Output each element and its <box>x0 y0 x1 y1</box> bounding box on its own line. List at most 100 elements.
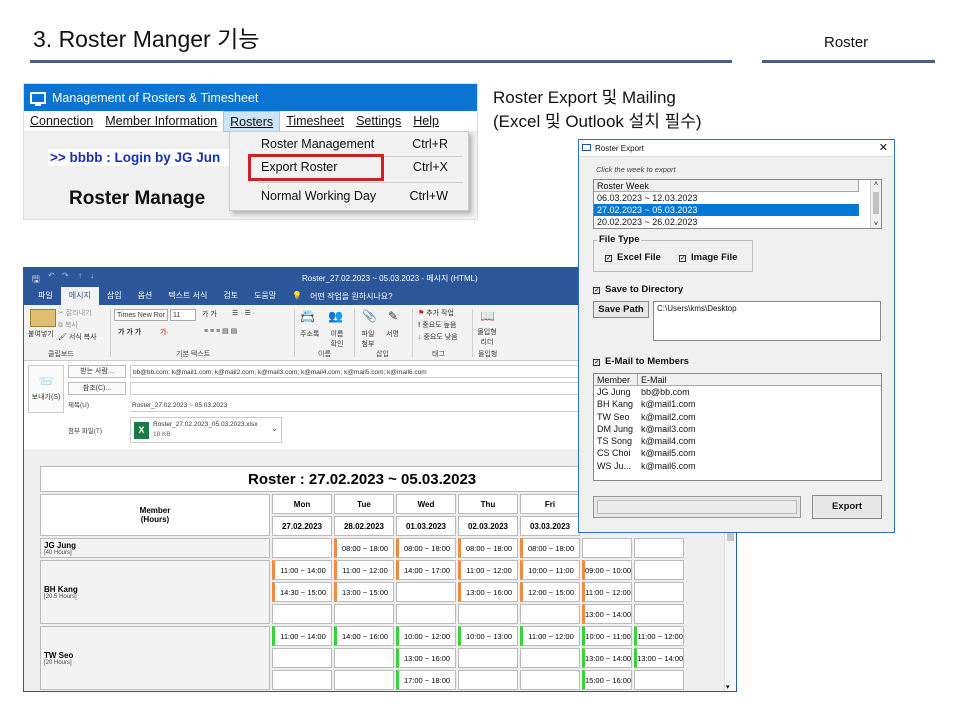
check-names-icon[interactable]: 👥 <box>328 309 343 323</box>
save-path-button[interactable]: Save Path <box>593 301 649 318</box>
undo-icon[interactable]: ↶ <box>48 271 55 280</box>
font-name-box[interactable]: Times New Ror <box>114 309 168 321</box>
paperclip-icon[interactable]: 📎 <box>362 309 377 323</box>
member-list-item[interactable]: JG Jung bb@bb.com <box>594 386 881 398</box>
member-list-item[interactable]: TW Seo k@mail2.com <box>594 411 881 423</box>
redo-icon[interactable]: ↷ <box>62 271 69 280</box>
format-painter-button[interactable]: 🖌 서식 복사 <box>58 332 97 342</box>
member-list-item[interactable]: DM Jung k@mail3.com <box>594 423 881 435</box>
save-path-field[interactable]: C:\Users\kms\Desktop <box>653 301 881 341</box>
bold-button[interactable]: 가 가 가 <box>118 327 141 337</box>
save-to-directory-checkbox[interactable]: ✓ Save to Directory <box>593 284 683 295</box>
date-header: 02.03.2023 <box>458 516 518 536</box>
ribbon-separator <box>472 309 473 357</box>
week-list-item[interactable]: 27.02.2023 ~ 05.03.2023 <box>594 204 859 216</box>
day-header: Wed <box>396 494 456 514</box>
send-button[interactable]: 📨 보내기(S) <box>28 365 64 413</box>
basic-text-group-label: 기본 텍스트 <box>176 351 211 358</box>
save-icon[interactable]: 🖫 <box>32 272 40 288</box>
clipboard-group-label: 클립보드 <box>48 351 74 358</box>
immersive-reader-button[interactable]: 몰입형 리더 <box>476 327 498 347</box>
chevron-down-icon[interactable]: ˅ <box>871 221 881 228</box>
excel-file-checkbox[interactable]: ✓ Excel File <box>605 252 661 263</box>
shift-cell: 14:00 ~ 17:00 <box>396 560 456 580</box>
chevron-up-icon[interactable]: ˄ <box>871 180 881 190</box>
menu-item-roster-management[interactable]: Roster Management Ctrl+R <box>230 132 468 156</box>
close-icon[interactable]: ✕ <box>879 140 888 157</box>
down-arrow-icon: ↓ <box>418 334 422 341</box>
scroll-down-icon[interactable]: ▾ <box>726 683 730 691</box>
monitor-icon <box>582 144 591 151</box>
tab-file[interactable]: 파일 <box>30 287 61 305</box>
shift-cell: 10:00 ~ 13:00 <box>458 626 518 646</box>
grow-font-icon[interactable]: 가 가 <box>202 309 217 319</box>
to-field[interactable]: bb@bb.com; k@mail1.com; k@mail2.com; k@m… <box>130 365 582 378</box>
paste-icon[interactable] <box>30 309 56 327</box>
export-button[interactable]: Export <box>812 495 882 519</box>
copy-button[interactable]: ⧉ 복사 <box>58 320 78 330</box>
follow-up-button[interactable]: ⚑ 추가 작업 <box>418 308 454 318</box>
app-heading: Roster Manage <box>69 188 206 209</box>
slide-note: Roster Export 및 Mailing (Excel 및 Outlook… <box>493 88 702 131</box>
attach-file-button[interactable]: 파일 첨부 <box>358 329 378 349</box>
font-size-box[interactable]: 11 <box>170 309 196 321</box>
up-arrow-icon[interactable]: ↑ <box>78 271 82 280</box>
shift-cell <box>520 648 580 668</box>
address-book-icon[interactable]: 📇 <box>300 309 315 323</box>
cc-button[interactable]: 참조(C)... <box>68 382 126 395</box>
menu-item-normal-working-day[interactable]: Normal Working Day Ctrl+W <box>230 184 468 208</box>
member-list-item[interactable]: WS Ju... k@mail6.com <box>594 460 881 472</box>
member-email-list[interactable]: Member E-Mail JG Jung bb@bb.com BH Kang k@m… <box>593 373 882 481</box>
check-names-button[interactable]: 이름 확인 <box>328 329 346 349</box>
image-file-checkbox[interactable]: ✓ Image File <box>679 252 737 263</box>
address-book-button[interactable]: 주소록 <box>300 329 319 339</box>
menu-member-information[interactable]: Member Information <box>99 111 223 132</box>
to-button[interactable]: 받는 사람... <box>68 365 126 378</box>
week-list-item[interactable]: 20.02.2023 ~ 26.02.2023 <box>594 216 859 228</box>
shift-cell: 13:00 ~ 16:00 <box>458 582 518 602</box>
date-header: 01.03.2023 <box>396 516 456 536</box>
subject-field[interactable]: Roster_27.02.2023 ~ 05.03.2023 <box>130 399 582 412</box>
member-list-item[interactable]: TS Song k@mail4.com <box>594 435 881 447</box>
scrollbar-thumb[interactable] <box>873 192 879 214</box>
attachment-chip[interactable]: X Roster_27.02.2023_05.03.2023.xlsx 18 K… <box>130 417 282 443</box>
week-list[interactable]: Roster Week 06.03.2023 ~ 12.03.2023 27.02… <box>593 179 882 229</box>
chevron-down-icon[interactable]: ⌄ <box>271 424 278 433</box>
email-to-members-checkbox[interactable]: ✓ E-Mail to Members <box>593 356 689 367</box>
week-list-scrollbar[interactable]: ˄ ˅ <box>870 180 881 228</box>
menu-rosters[interactable]: Rosters <box>223 110 281 132</box>
tab-help[interactable]: 도움말 <box>246 287 284 305</box>
align-buttons[interactable]: ≡ ≡ ≡ ▤ ▤ <box>204 327 237 335</box>
member-list-item[interactable]: CS Choi k@mail5.com <box>594 447 881 459</box>
high-importance-button[interactable]: ! 중요도 높음 <box>418 320 456 330</box>
shift-cell: 11:00 ~ 12:00 <box>458 560 518 580</box>
shift-cell: 08:00 ~ 18:00 <box>334 538 394 558</box>
ribbon-separator <box>354 309 355 357</box>
menu-timesheet[interactable]: Timesheet <box>280 111 350 132</box>
member-list-item[interactable]: BH Kang k@mail1.com <box>594 398 881 410</box>
down-arrow-icon[interactable]: ↓ <box>90 271 94 280</box>
tab-message[interactable]: 메시지 <box>60 287 99 305</box>
immersive-reader-icon[interactable]: 📖 <box>480 309 495 323</box>
tab-insert[interactable]: 삽입 <box>99 287 130 305</box>
tab-format-text[interactable]: 텍스트 서식 <box>160 287 215 305</box>
signature-button[interactable]: 서명 <box>386 329 399 339</box>
menu-settings[interactable]: Settings <box>350 111 407 132</box>
low-importance-button[interactable]: ↓ 중요도 낮음 <box>418 332 458 342</box>
cc-field[interactable] <box>130 382 582 395</box>
shift-cell: 11:00 ~ 12:00 <box>582 582 633 602</box>
day-header: Thu <box>458 494 518 514</box>
immersive-group-label: 몰입형 <box>478 351 498 358</box>
menu-help[interactable]: Help <box>407 111 445 132</box>
tab-review[interactable]: 검토 <box>215 287 246 305</box>
bullets-icon[interactable]: ☰ · ☰ · <box>232 309 255 317</box>
tab-options[interactable]: 옵션 <box>130 287 161 305</box>
dialog-hint: Click the week to export <box>596 165 676 174</box>
paste-button[interactable]: 붙여넣기 <box>28 329 54 339</box>
cut-button[interactable]: ✂ 잘라내기 <box>58 308 92 318</box>
menu-connection[interactable]: Connection <box>24 111 99 132</box>
signature-icon[interactable]: ✎ <box>388 309 398 323</box>
font-color-button[interactable]: 가· <box>160 327 169 337</box>
week-list-item[interactable]: 06.03.2023 ~ 12.03.2023 <box>594 192 859 204</box>
tell-me-box[interactable]: 어떤 작업을 원하시나요? <box>310 291 393 302</box>
